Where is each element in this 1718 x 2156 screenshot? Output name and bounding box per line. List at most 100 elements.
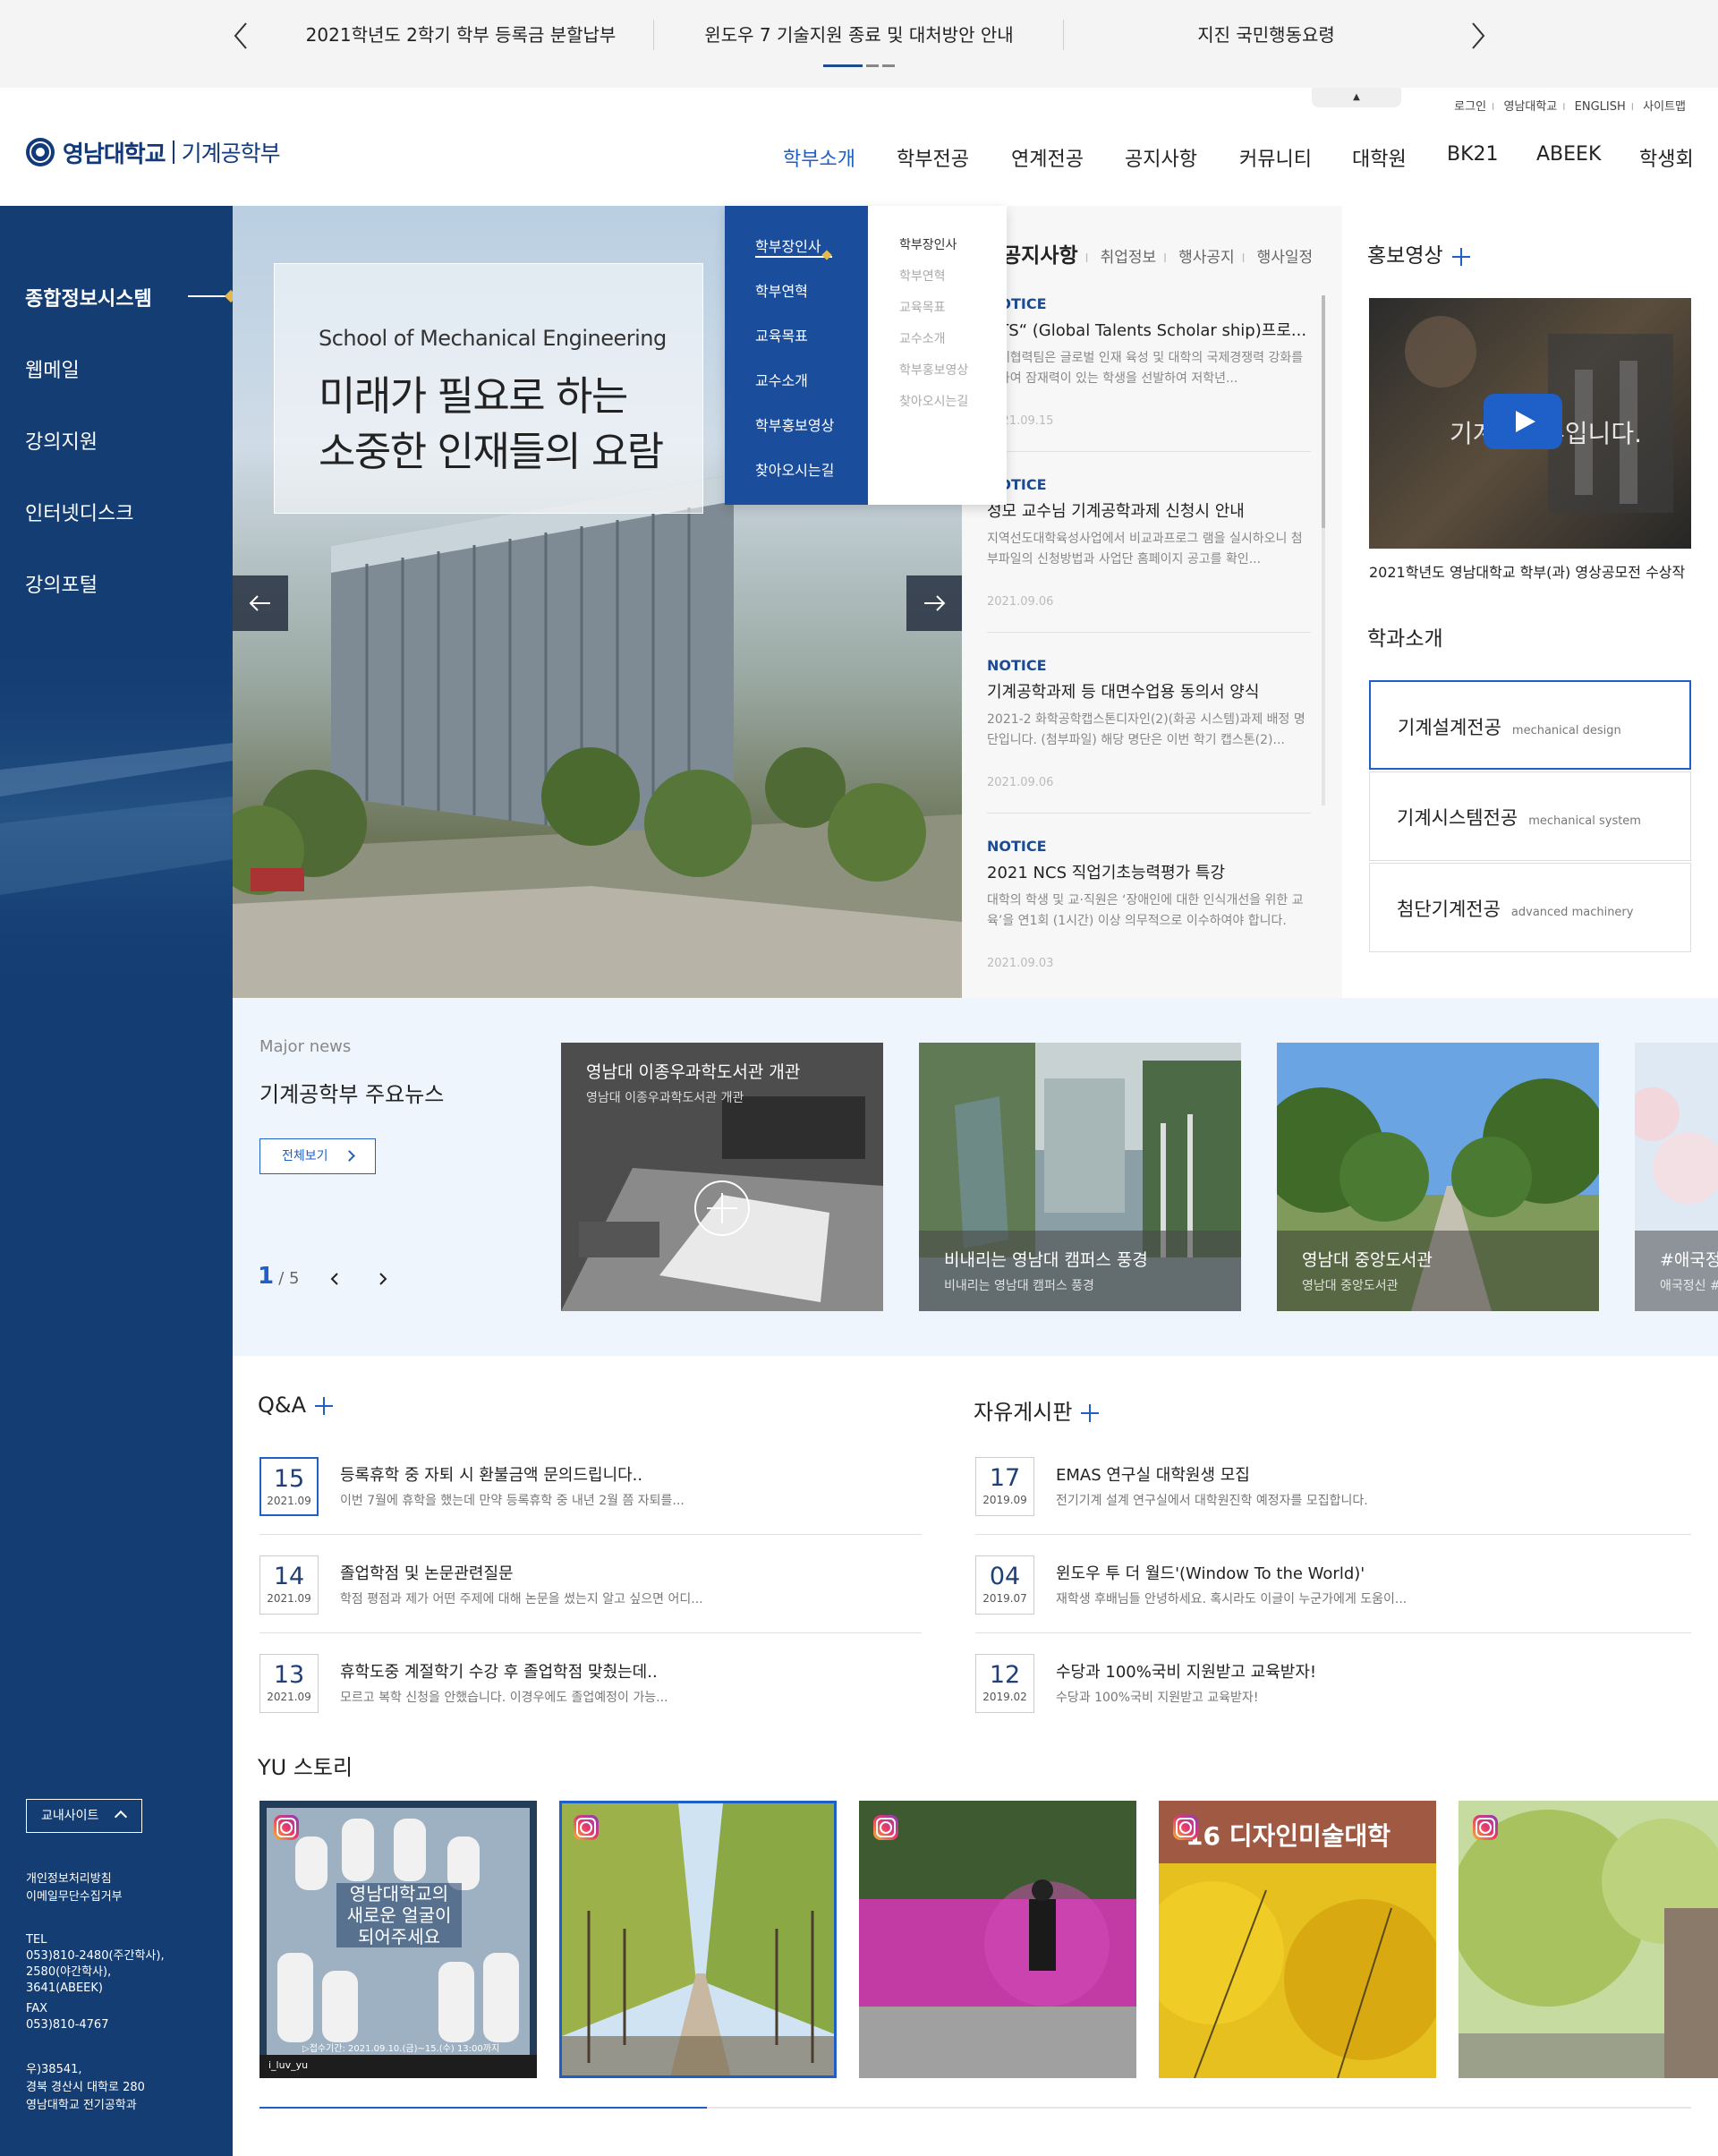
- sidebar-item-lecture-support[interactable]: 강의지원: [25, 426, 98, 455]
- post-title[interactable]: 윈도우 투 더 월드'(Window To the World)': [1056, 1561, 1407, 1584]
- top-notice-item[interactable]: 윈도우 7 기술지원 종료 및 대처방안 안내: [655, 0, 1063, 70]
- submenu-item-directions[interactable]: 찾아오시는길: [899, 392, 968, 410]
- news-next-button[interactable]: [374, 1270, 392, 1288]
- major-mechanical-system[interactable]: 기계시스템전공 mechanical system: [1369, 771, 1691, 861]
- gnb-bk21[interactable]: BK21: [1447, 143, 1499, 166]
- notice-title[interactable]: 2021 NCS 직업기초능력평가 특강: [987, 860, 1311, 883]
- divider: [259, 1632, 922, 1633]
- qna-row[interactable]: 13 2021.09 휴학도중 계절학기 수강 후 졸업학점 맞췄는데.. 모르고 …: [259, 1654, 922, 1752]
- notice-title[interactable]: 성모 교수님 기계공학과제 신청시 안내: [987, 499, 1311, 522]
- email-policy-link[interactable]: 이메일무단수집거부: [26, 1888, 123, 1905]
- dropdown-item-greeting[interactable]: 학부장인사: [755, 234, 821, 256]
- campus-sites-button[interactable]: 교내사이트: [26, 1799, 142, 1833]
- hero-next-button[interactable]: [906, 575, 962, 631]
- submenu-item-history[interactable]: 학부연혁: [899, 267, 946, 285]
- qna-row[interactable]: 14 2021.09 졸업학점 및 논문관련질문 학점 평점과 제가 어떤 주제에 …: [259, 1555, 922, 1654]
- notice-pager[interactable]: [823, 64, 898, 67]
- news-prev-button[interactable]: [326, 1270, 344, 1288]
- tab-schedule[interactable]: 행사일정: [1257, 249, 1314, 267]
- gnb-notices[interactable]: 공지사항: [1125, 143, 1197, 172]
- english-link[interactable]: ENGLISH: [1575, 100, 1626, 114]
- notice-scrollbar[interactable]: [1322, 295, 1325, 805]
- free-board-row[interactable]: 04 2019.07 윈도우 투 더 월드'(Window To the Worl…: [975, 1555, 1691, 1654]
- story-card[interactable]: [559, 1801, 837, 2078]
- news-card[interactable]: #애국정신 애국정신 #: [1635, 1043, 1718, 1311]
- submenu-item-goals[interactable]: 교육목표: [899, 298, 946, 316]
- qna-row[interactable]: 15 2021.09 등록휴학 중 자퇴 시 환불금액 문의드립니다.. 이번 7월…: [259, 1457, 922, 1555]
- notice-title[interactable]: 기계공학과제 등 대면수업용 동의서 양식: [987, 679, 1311, 703]
- gnb-abeek[interactable]: ABEEK: [1536, 143, 1601, 166]
- submenu-item-faculty[interactable]: 교수소개: [899, 329, 946, 347]
- story-card[interactable]: [859, 1801, 1136, 2078]
- view-all-button[interactable]: 전체보기: [259, 1138, 376, 1174]
- scrollbar-thumb[interactable]: [1322, 295, 1325, 528]
- story-card[interactable]: 영남대학교의 새로운 얼굴이 되어주세요 ▷접수기간: 2021.09.10.(…: [259, 1801, 537, 2078]
- submenu-item-greeting[interactable]: 학부장인사: [899, 235, 957, 253]
- poster-date: ▷접수기간: 2021.09.10.(금)~15.(수) 13:00까지: [302, 2044, 500, 2054]
- notice-item[interactable]: NOTICE GTS“ (Global Talents Scholar ship…: [987, 295, 1311, 428]
- free-board-row[interactable]: 12 2019.02 수당과 100%국비 지원받고 교육받자! 수당과 100%국…: [975, 1654, 1691, 1752]
- prev-notice-arrow-icon[interactable]: [228, 18, 255, 54]
- gnb-community[interactable]: 커뮤니티: [1239, 143, 1312, 172]
- story-card[interactable]: 16 디자인미술대학: [1159, 1801, 1436, 2078]
- story-card[interactable]: [1459, 1801, 1718, 2078]
- date-ym: 2021.09: [267, 1691, 311, 1703]
- sidebar-item-lecture-portal[interactable]: 강의포털: [25, 569, 98, 598]
- promo-video-caption[interactable]: 2021학년도 영남대학교 학부(과) 영상공모전 수상작: [1369, 560, 1685, 582]
- gnb-about[interactable]: 학부소개: [783, 143, 855, 172]
- major-advanced-machinery[interactable]: 첨단기계전공 advanced machinery: [1369, 863, 1691, 952]
- gnb-student-council[interactable]: 학생회: [1639, 143, 1694, 172]
- post-title[interactable]: 수당과 100%국비 지원받고 교육받자!: [1056, 1659, 1316, 1683]
- dropdown-item-promo-video[interactable]: 학부홍보영상: [755, 413, 834, 435]
- submenu-item-promo-video[interactable]: 학부홍보영상: [899, 361, 968, 379]
- notice-item[interactable]: NOTICE 기계공학과제 등 대면수업용 동의서 양식 2021-2 화학공학…: [987, 657, 1311, 789]
- notice-desc: 2021-2 화학공학캡스톤디자인(2)(화공 시스템)과제 배정 명단입니다.…: [987, 712, 1306, 747]
- tab-events[interactable]: 행사공지: [1178, 249, 1235, 267]
- gnb-majors[interactable]: 학부전공: [897, 143, 969, 172]
- top-bar-toggle-button[interactable]: ▲: [1312, 88, 1401, 107]
- next-notice-arrow-icon[interactable]: [1464, 18, 1491, 54]
- notice-item[interactable]: NOTICE 성모 교수님 기계공학과제 신청시 안내 지역선도대학육성사업에서…: [987, 476, 1311, 609]
- news-card[interactable]: 영남대 중앙도서관 영남대 중앙도서관: [1277, 1043, 1599, 1311]
- news-card[interactable]: 영남대 이종우과학도서관 개관 영남대 이종우과학도서관 개관: [561, 1043, 883, 1311]
- plus-icon[interactable]: [1451, 247, 1470, 266]
- post-title[interactable]: 휴학도중 계절학기 수강 후 졸업학점 맞췄는데..: [340, 1659, 668, 1683]
- dropdown-item-directions[interactable]: 찾아오시는길: [755, 458, 834, 480]
- site-logo[interactable]: 영남대학교 기계공학부: [25, 134, 281, 170]
- login-link[interactable]: 로그인: [1454, 100, 1486, 114]
- gnb-linked-majors[interactable]: 연계전공: [1011, 143, 1084, 172]
- play-button-icon[interactable]: [1484, 394, 1562, 449]
- top-notice-item[interactable]: 2021학년도 2학기 학부 등록금 분할납부: [268, 0, 653, 70]
- story-progress-bar[interactable]: [259, 2107, 1691, 2109]
- hero-prev-button[interactable]: [233, 575, 288, 631]
- story-progress-thumb[interactable]: [259, 2107, 707, 2109]
- notice-title[interactable]: GTS“ (Global Talents Scholar ship)프로...: [987, 318, 1311, 341]
- dropdown-item-goals[interactable]: 교육목표: [755, 324, 808, 345]
- building-sign-text: 16 디자인미술대학: [1186, 1821, 1391, 1851]
- post-title[interactable]: 졸업학점 및 논문관련질문: [340, 1561, 703, 1584]
- notice-item[interactable]: NOTICE 2021 NCS 직업기초능력평가 특강 대학의 학생 및 교·직…: [987, 838, 1311, 970]
- major-name: 기계시스템전공: [1397, 807, 1518, 829]
- sitemap-link[interactable]: 사이트맵: [1643, 100, 1686, 114]
- sidebar-item-webmail[interactable]: 웹메일: [25, 354, 80, 383]
- sidebar-item-portal[interactable]: 종합정보시스템: [25, 283, 152, 311]
- free-board-row[interactable]: 17 2019.09 EMAS 연구실 대학원생 모집 전기기계 설계 연구실에서 …: [975, 1457, 1691, 1555]
- university-link[interactable]: 영남대학교: [1503, 100, 1557, 114]
- plus-icon[interactable]: [1081, 1404, 1100, 1422]
- post-title[interactable]: EMAS 연구실 대학원생 모집: [1056, 1462, 1368, 1486]
- major-mechanical-design[interactable]: 기계설계전공 mechanical design: [1369, 680, 1691, 770]
- tab-notices[interactable]: 공지사항: [1002, 244, 1078, 268]
- tab-jobs[interactable]: 취업정보: [1101, 249, 1157, 267]
- post-title[interactable]: 등록휴학 중 자퇴 시 환불금액 문의드립니다..: [340, 1462, 685, 1486]
- top-notice-item[interactable]: 지진 국민행동요령: [1065, 0, 1467, 70]
- gnb-graduate[interactable]: 대학원: [1352, 143, 1407, 172]
- sidebar-item-internet-disk[interactable]: 인터넷디스크: [25, 498, 133, 526]
- plus-icon[interactable]: [315, 1397, 334, 1415]
- privacy-policy-link[interactable]: 개인정보처리방침: [26, 1871, 112, 1888]
- news-card[interactable]: 비내리는 영남대 캠퍼스 풍경 비내리는 영남대 캠퍼스 풍경: [919, 1043, 1241, 1311]
- instagram-icon: [274, 1815, 299, 1840]
- utility-links: 로그인 I 영남대학교 I ENGLISH I 사이트맵: [1454, 100, 1686, 114]
- dropdown-item-history[interactable]: 학부연혁: [755, 279, 808, 301]
- promo-video-player[interactable]: 기계공학부입니다.: [1369, 298, 1691, 549]
- dropdown-item-faculty[interactable]: 교수소개: [755, 369, 808, 390]
